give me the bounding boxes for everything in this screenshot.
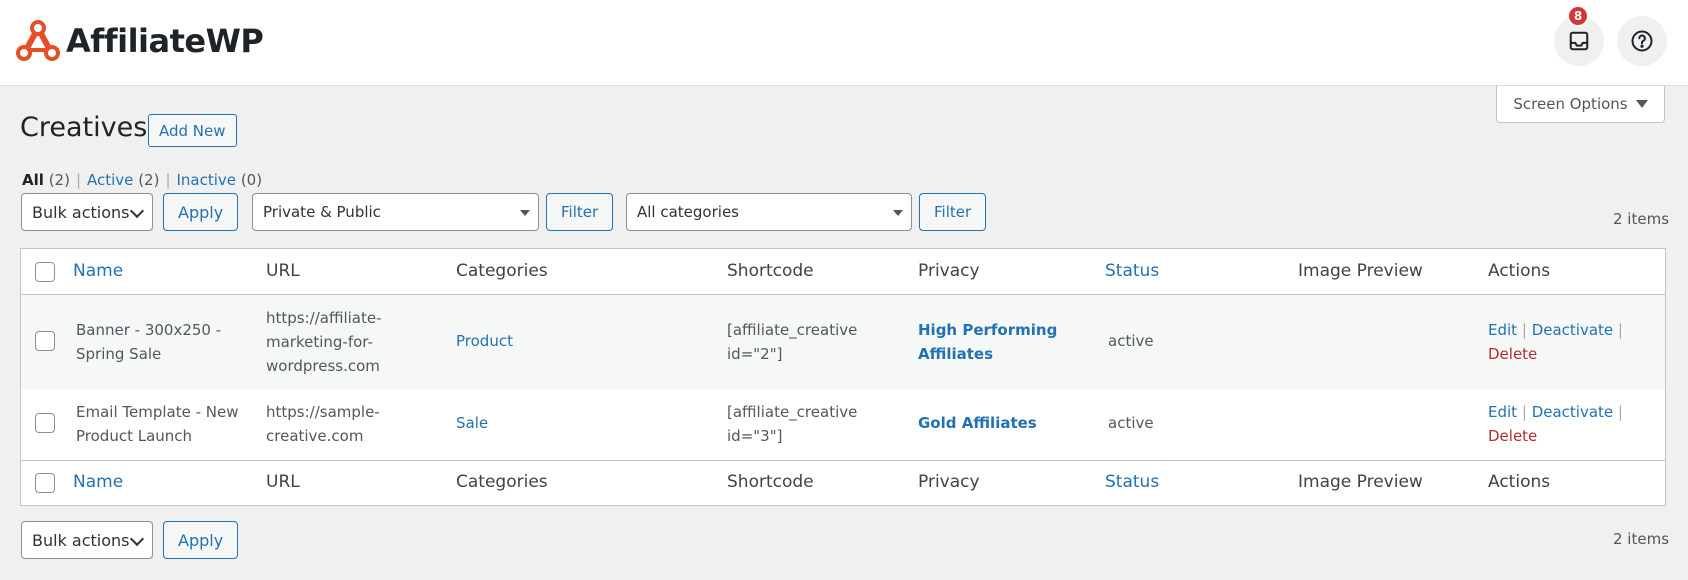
view-inactive[interactable]: Inactive (0) [177, 171, 263, 189]
status-views: All (2) | Active (2) | Inactive (0) [22, 171, 262, 189]
creative-category-link[interactable]: Sale [456, 411, 488, 435]
view-separator: | [75, 171, 81, 189]
column-categories: Categories [456, 261, 548, 281]
inbox-icon [1569, 31, 1589, 51]
table-footer: Name URL Categories Shortcode Privacy St… [21, 460, 1665, 506]
category-select-value: All categories [637, 203, 739, 221]
column-privacy: Privacy [918, 261, 980, 281]
deactivate-link[interactable]: Deactivate [1532, 403, 1613, 421]
apply-button-bottom[interactable]: Apply [163, 521, 239, 559]
items-count-bottom: 2 items [1613, 530, 1670, 548]
view-all[interactable]: All (2) [22, 171, 70, 189]
top-bar: AffiliateWP 8 [0, 0, 1688, 86]
view-active[interactable]: Active (2) [87, 171, 159, 189]
column-privacy: Privacy [918, 472, 980, 492]
row-actions: Edit | Deactivate | Delete [1488, 403, 1623, 445]
delete-link[interactable]: Delete [1488, 345, 1537, 363]
caret-down-icon [520, 210, 530, 216]
brand-name: AffiliateWP [66, 22, 264, 60]
category-select[interactable]: All categories [626, 193, 912, 231]
brand-logo[interactable]: AffiliateWP [16, 20, 264, 62]
column-name-sort[interactable]: Name [73, 261, 123, 281]
creative-url: https://affiliate- marketing-for- wordpr… [266, 309, 382, 375]
page-title: Creatives [20, 112, 148, 143]
column-shortcode: Shortcode [727, 261, 814, 281]
caret-down-icon [893, 210, 903, 216]
creative-name: Banner - 300x250 - Spring Sale [76, 321, 222, 363]
column-categories: Categories [456, 472, 548, 492]
column-url: URL [266, 261, 300, 281]
column-status-sort[interactable]: Status [1105, 261, 1159, 281]
row-actions: Edit | Deactivate | Delete [1488, 321, 1623, 363]
view-separator: | [165, 171, 171, 189]
creative-privacy-link[interactable]: High Performing Affiliates [918, 318, 1057, 366]
chevron-down-icon [129, 203, 145, 219]
bulk-actions-select-bottom[interactable]: Bulk actions [21, 521, 153, 559]
notification-count-badge: 8 [1567, 5, 1589, 27]
column-shortcode: Shortcode [727, 472, 814, 492]
column-url: URL [266, 472, 300, 492]
creative-url: https://sample- creative.com [266, 403, 380, 445]
affiliatewp-logo-icon [16, 20, 60, 61]
table-row: Email Template - New Product Launch http… [21, 389, 1665, 460]
creative-name: Email Template - New Product Launch [76, 403, 239, 445]
chevron-down-icon [129, 531, 145, 547]
creative-shortcode: [affiliate_creative id="2"] [727, 321, 858, 363]
creative-privacy-link[interactable]: Gold Affiliates [918, 411, 1037, 435]
category-filter-button[interactable]: Filter [919, 193, 987, 231]
creative-status: active [1108, 414, 1154, 432]
edit-link[interactable]: Edit [1488, 321, 1517, 339]
help-icon [1631, 30, 1653, 52]
items-count: 2 items [1613, 210, 1670, 228]
column-name-sort[interactable]: Name [73, 472, 123, 492]
bulk-actions-value: Bulk actions [32, 202, 130, 222]
privacy-select-value: Private & Public [263, 203, 381, 221]
delete-link[interactable]: Delete [1488, 427, 1537, 445]
select-all-checkbox[interactable] [35, 262, 55, 282]
deactivate-link[interactable]: Deactivate [1532, 321, 1613, 339]
column-image-preview: Image Preview [1298, 261, 1423, 281]
bulk-actions-value: Bulk actions [32, 530, 130, 550]
table-row: Banner - 300x250 - Spring Sale https://a… [21, 295, 1665, 389]
privacy-filter-button[interactable]: Filter [546, 193, 614, 231]
creatives-table: Name URL Categories Shortcode Privacy St… [20, 248, 1666, 506]
triangle-down-icon [1635, 100, 1648, 108]
row-checkbox[interactable] [35, 331, 55, 351]
bulk-actions-select[interactable]: Bulk actions [21, 193, 153, 231]
column-actions: Actions [1488, 261, 1551, 281]
column-actions: Actions [1488, 472, 1551, 492]
apply-button[interactable]: Apply [163, 193, 239, 231]
column-image-preview: Image Preview [1298, 472, 1423, 492]
edit-link[interactable]: Edit [1488, 403, 1517, 421]
privacy-select[interactable]: Private & Public [252, 193, 539, 231]
select-all-checkbox-footer[interactable] [35, 473, 55, 493]
creative-category-link[interactable]: Product [456, 329, 513, 353]
screen-options-label: Screen Options [1513, 95, 1628, 113]
table-header: Name URL Categories Shortcode Privacy St… [21, 249, 1665, 295]
screen-options-button[interactable]: Screen Options [1496, 86, 1665, 123]
column-status-sort[interactable]: Status [1105, 472, 1159, 492]
row-checkbox[interactable] [35, 413, 55, 433]
add-new-button[interactable]: Add New [148, 114, 237, 147]
creative-shortcode: [affiliate_creative id="3"] [727, 403, 858, 445]
help-button[interactable] [1617, 16, 1667, 66]
creative-status: active [1108, 332, 1154, 350]
